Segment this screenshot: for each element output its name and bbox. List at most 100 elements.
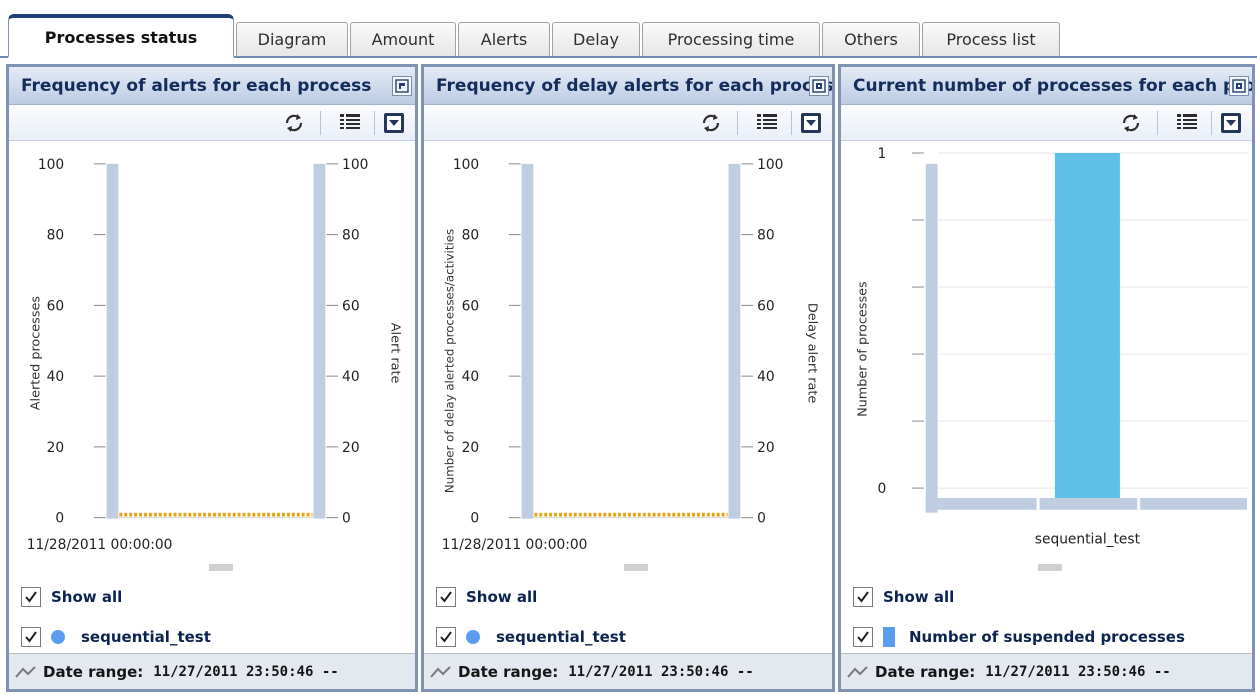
y2-tick-label: 20 [342, 440, 360, 456]
delay-alerts-frequency-panel: Frequency of delay alerts for each proce… [421, 64, 835, 692]
chart-scroll-handle[interactable] [624, 564, 648, 571]
x-tick-label: 11/28/2011 00:00:00 [442, 537, 588, 553]
restore-button[interactable] [392, 76, 412, 96]
panel-title-text: Frequency of alerts for each process [21, 76, 372, 96]
y-tick-label: 80 [47, 228, 65, 244]
tab-process-list[interactable]: Process list [922, 22, 1060, 56]
alerts-frequency-panel: Frequency of alerts for each process 0 20… [6, 64, 418, 692]
y2-tick-label: 80 [757, 228, 775, 244]
list-view-button[interactable] [337, 110, 363, 136]
y-axis-label: Number of processes [856, 281, 871, 417]
collapse-button[interactable] [1218, 110, 1244, 136]
maximize-icon [1232, 79, 1246, 93]
panel-title-text: Frequency of delay alerts for each proce… [436, 76, 832, 96]
legend-label: sequential_test [81, 628, 211, 646]
y2-axis-ticks: 0 20 40 60 80 100 [326, 157, 368, 527]
chart-scroll-handle[interactable] [209, 564, 233, 571]
right-axis-band [313, 163, 326, 519]
date-range-icon [847, 665, 868, 678]
show-all-label: Show all [51, 588, 123, 606]
check-icon [440, 591, 452, 603]
show-all-row: Show all [853, 586, 954, 608]
check-icon [25, 591, 37, 603]
list-view-button[interactable] [754, 110, 780, 136]
left-axis-band [521, 163, 534, 519]
series-checkbox[interactable] [436, 627, 456, 647]
collapse-button[interactable] [798, 110, 824, 136]
y-axis-label: Alerted processes [29, 296, 44, 411]
y-tick-label: 1 [878, 146, 887, 162]
bars [1054, 152, 1120, 498]
left-axis-band [925, 163, 938, 513]
tab-diagram[interactable]: Diagram [236, 22, 348, 56]
current-processes-panel: Current number of processes for each pro… [838, 64, 1255, 692]
date-range-label: Date range: [875, 662, 976, 681]
panel-title-text: Current number of processes for each pro… [853, 76, 1252, 96]
date-range-value: 11/27/2011 23:50:46 -- [153, 663, 339, 680]
refresh-icon [1122, 114, 1140, 132]
x-axis-band [925, 497, 1248, 510]
show-all-checkbox[interactable] [853, 587, 873, 607]
chevron-down-icon [384, 113, 404, 133]
refresh-button[interactable] [698, 110, 724, 136]
date-range-footer: Date range: 11/27/2011 23:50:46 -- [841, 653, 1252, 689]
check-icon [857, 591, 869, 603]
chevron-down-icon [801, 113, 821, 133]
y2-tick-label: 0 [757, 511, 766, 527]
y-tick-label: 100 [38, 157, 64, 173]
date-range-value: 11/27/2011 23:50:46 -- [568, 663, 754, 680]
y2-tick-label: 20 [757, 440, 775, 456]
delay-alerts-frequency-chart: 0 20 40 60 80 100 0 20 40 60 80 100 Number of dela… [442, 157, 820, 553]
tab-processes-status[interactable]: Processes status [8, 14, 234, 58]
legend-row: sequential_test [436, 626, 626, 648]
y2-tick-label: 100 [342, 157, 368, 173]
series-checkbox[interactable] [21, 627, 41, 647]
y-axis-ticks: 0 20 40 60 80 100 [453, 157, 521, 527]
list-icon [1177, 114, 1197, 129]
list-view-button[interactable] [1174, 110, 1200, 136]
y-tick-label: 40 [47, 369, 65, 385]
y2-axis-label: Alert rate [387, 323, 402, 384]
chevron-down-icon [1221, 113, 1241, 133]
y-tick-label: 40 [462, 369, 480, 385]
current-processes-chart: 0 1 Number of processes sequential_test [856, 146, 1248, 547]
tab-others[interactable]: Others [822, 22, 920, 56]
right-axis-band [728, 163, 741, 519]
y-tick-label: 0 [55, 511, 64, 527]
y-tick-label: 60 [47, 298, 65, 314]
y2-tick-label: 60 [757, 298, 775, 314]
show-all-checkbox[interactable] [436, 587, 456, 607]
refresh-button[interactable] [281, 110, 307, 136]
date-range-label: Date range: [43, 662, 144, 681]
tab-delay[interactable]: Delay [552, 22, 640, 56]
tab-processing-time[interactable]: Processing time [642, 22, 820, 56]
y-tick-label: 0 [878, 481, 887, 497]
legend-label: Number of suspended processes [909, 628, 1185, 646]
legend-dot-icon [466, 630, 480, 644]
maximize-button[interactable] [809, 76, 829, 96]
series-checkbox[interactable] [853, 627, 873, 647]
legend-dot-icon [51, 630, 65, 644]
x-category-label: sequential_test [1035, 531, 1141, 547]
y-tick-label: 80 [462, 228, 480, 244]
legend-row: sequential_test [21, 626, 211, 648]
tab-amount[interactable]: Amount [350, 22, 456, 56]
show-all-row: Show all [436, 586, 537, 608]
y-axis-label: Number of delay alerted processes/activi… [443, 229, 457, 493]
y2-tick-label: 0 [342, 511, 351, 527]
refresh-icon [285, 114, 303, 132]
refresh-button[interactable] [1118, 110, 1144, 136]
chart-scroll-handle[interactable] [1038, 564, 1062, 571]
maximize-button[interactable] [1229, 76, 1249, 96]
legend-bar-icon [883, 627, 895, 647]
y2-axis-label: Delay alert rate [804, 303, 819, 404]
date-range-footer: Date range: 11/27/2011 23:50:46 -- [424, 653, 832, 689]
show-all-checkbox[interactable] [21, 587, 41, 607]
legend-label: sequential_test [496, 628, 626, 646]
bar-sequential-test [1054, 152, 1120, 498]
tab-alerts[interactable]: Alerts [458, 22, 550, 56]
list-icon [340, 114, 360, 129]
collapse-button[interactable] [381, 110, 407, 136]
show-all-label: Show all [466, 588, 538, 606]
tab-bar: Processes status Diagram Amount Alerts D… [0, 0, 1257, 58]
